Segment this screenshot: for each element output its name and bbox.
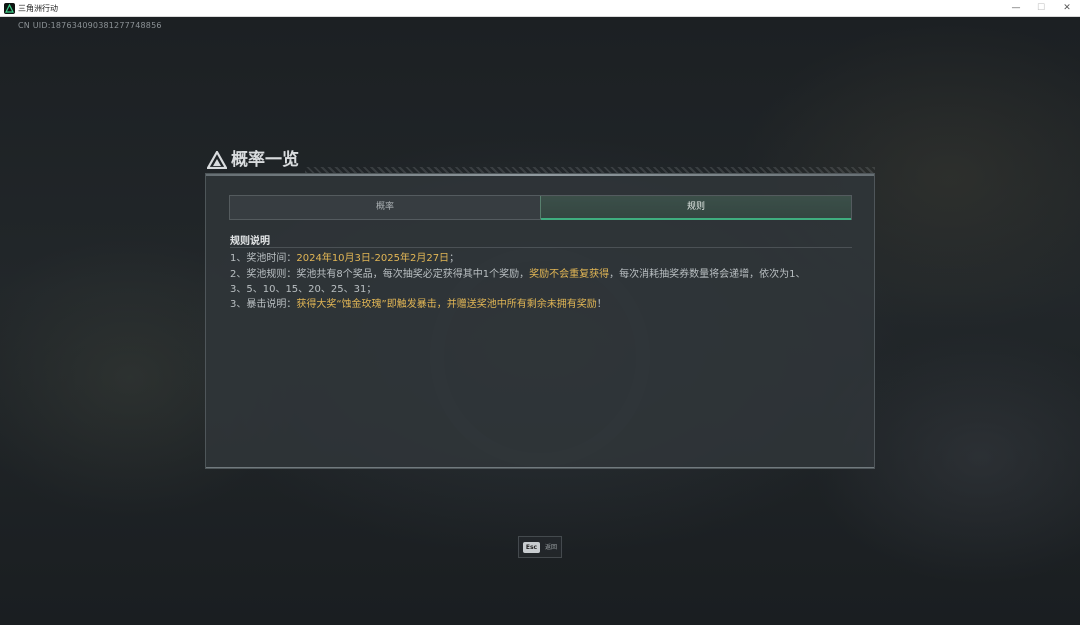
panel-top-border <box>206 174 874 176</box>
maximize-button[interactable]: ☐ <box>1028 0 1054 16</box>
app-window: 三角洲行动 — ☐ ✕ CN UID:187634090381277748856… <box>0 0 1080 625</box>
rule-line-pool-cont: 3、5、10、15、20、25、31； <box>230 283 376 297</box>
rule-time-prefix: 1、奖池时间： <box>230 253 297 264</box>
tab-probability[interactable]: 概率 <box>230 196 540 219</box>
esc-key-icon: Esc <box>523 542 540 553</box>
rule-time-highlight: 2024年10月3日-2025年2月27日 <box>296 253 450 264</box>
rules-panel: 概率 规则 规则说明 1、奖池时间：2024年10月3日-2025年2月27日；… <box>205 173 875 469</box>
title-bar: 三角洲行动 — ☐ ✕ <box>0 0 1080 17</box>
tab-rules-label: 规则 <box>686 202 705 212</box>
rule-pool-highlight: 奖励不会重复获得 <box>529 269 610 280</box>
minimize-icon: — <box>1011 3 1021 13</box>
rule-crit-suffix: ！ <box>596 299 607 310</box>
back-label: 返回 <box>545 544 558 551</box>
minimize-button[interactable]: — <box>1003 0 1029 16</box>
rule-time-suffix: ； <box>449 253 460 264</box>
active-tab-indicator <box>541 218 851 220</box>
panel-header: 概率一览 <box>205 149 875 173</box>
rule-line-crit: 3、暴击说明：获得大奖“蚀金玫瑰”即触发暴击，并赠送奖池中所有剩余未拥有奖励！ <box>230 298 607 312</box>
user-uid: CN UID:187634090381277748856 <box>18 21 162 30</box>
rule-line-time: 1、奖池时间：2024年10月3日-2025年2月27日； <box>230 252 459 266</box>
app-logo-icon <box>4 3 15 14</box>
page-title: 概率一览 <box>231 150 299 170</box>
close-icon: ✕ <box>1063 3 1071 13</box>
section-title: 规则说明 <box>230 236 270 247</box>
panel-bottom-border <box>206 467 874 468</box>
rule-pool-suffix: ，每次消耗抽奖券数量将会递增，依次为1、 <box>609 269 806 280</box>
rule-pool-prefix: 2、奖池规则：奖池共有8个奖品，每次抽奖必定获得其中1个奖励， <box>230 269 530 280</box>
rule-line-pool: 2、奖池规则：奖池共有8个奖品，每次抽奖必定获得其中1个奖励，奖励不会重复获得，… <box>230 268 805 282</box>
rule-crit-prefix: 3、暴击说明： <box>230 299 297 310</box>
close-window-button[interactable]: ✕ <box>1054 0 1080 16</box>
tab-bar: 概率 规则 <box>229 195 852 220</box>
maximize-icon: ☐ <box>1036 3 1046 13</box>
rule-crit-highlight: 获得大奖“蚀金玫瑰”即触发暴击，并赠送奖池中所有剩余未拥有奖励 <box>296 299 597 310</box>
section-divider <box>230 247 852 248</box>
game-viewport: CN UID:187634090381277748856 概率一览 概率 规则 <box>0 17 1080 625</box>
window-title: 三角洲行动 <box>18 4 58 13</box>
rule-pool-continued: 3、5、10、15、20、25、31； <box>230 284 377 295</box>
delta-logo-icon <box>206 149 228 173</box>
tab-rules[interactable]: 规则 <box>540 196 851 220</box>
back-button[interactable]: Esc 返回 <box>518 536 562 558</box>
